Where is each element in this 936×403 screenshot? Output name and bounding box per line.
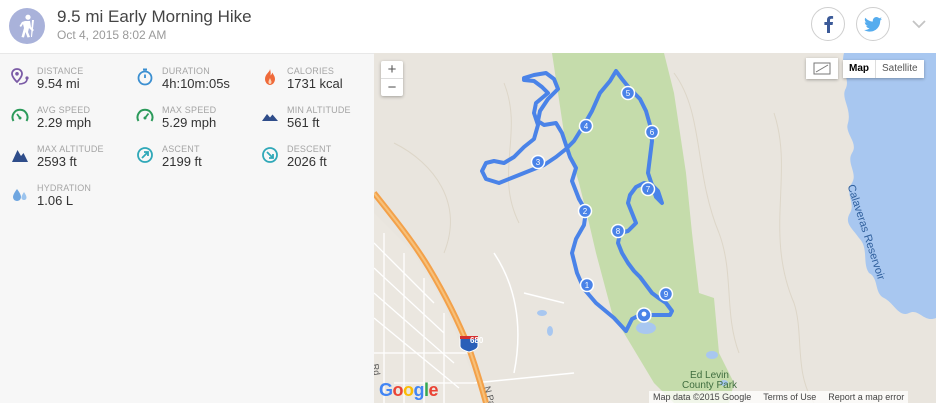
report-map-error-link[interactable]: Report a map error xyxy=(828,391,904,403)
share-twitter-button[interactable] xyxy=(856,7,890,41)
google-logo: Google xyxy=(379,380,439,400)
waypoint-label: 1 xyxy=(585,281,590,290)
share-facebook-button[interactable] xyxy=(811,7,845,41)
mountain-low-icon xyxy=(262,114,278,121)
stat-value: 1731 kcal xyxy=(287,76,343,91)
waypoint-marker[interactable]: 4 xyxy=(578,118,594,134)
activity-date: Oct 4, 2015 8:02 AM xyxy=(57,28,167,42)
stats-panel: DISTANCE 9.54 mi DURATION 4h:10m:05s CAL… xyxy=(0,53,374,403)
hiker-avatar-icon xyxy=(9,8,45,44)
stat-value: 4h:10m:05s xyxy=(162,76,230,91)
waypoint-marker[interactable]: 3 xyxy=(530,154,546,170)
map-type-control[interactable]: Map Satellite xyxy=(843,60,924,78)
waypoint-label: 9 xyxy=(664,290,669,299)
stat-hydration: HYDRATION 1.06 L xyxy=(11,183,136,219)
stat-label: DISTANCE xyxy=(37,66,84,76)
fullscreen-button[interactable] xyxy=(806,58,838,79)
stat-duration: DURATION 4h:10m:05s xyxy=(136,66,261,102)
stat-label: DESCENT xyxy=(287,144,332,154)
waypoint-marker[interactable]: 9 xyxy=(658,286,674,302)
park-label-line2: County Park xyxy=(682,380,738,391)
park-label: Ed Levin County Park xyxy=(682,371,737,391)
flame-icon xyxy=(265,69,275,85)
zoom-out-button[interactable]: − xyxy=(381,79,403,96)
stat-value: 9.54 mi xyxy=(37,76,80,91)
stat-label: MIN ALTITUDE xyxy=(287,105,351,115)
terms-of-use-link[interactable]: Terms of Use xyxy=(763,391,816,403)
speedometer-icon xyxy=(136,108,154,122)
highway-number: 680 xyxy=(470,336,484,345)
waypoint-marker[interactable]: 8 xyxy=(610,223,626,239)
zoom-in-button[interactable]: + xyxy=(381,61,403,78)
distance-pin-icon xyxy=(11,68,29,85)
stat-ascent: ASCENT 2199 ft xyxy=(136,144,261,180)
map-type-map-button[interactable]: Map xyxy=(843,60,875,78)
stat-value: 561 ft xyxy=(287,115,320,130)
stat-value: 5.29 mph xyxy=(162,115,217,130)
stat-min-altitude: MIN ALTITUDE 561 ft xyxy=(261,105,386,141)
stat-label: HYDRATION xyxy=(37,183,92,193)
stat-label: AVG SPEED xyxy=(37,105,91,115)
map-attribution-bar: Map data ©2015 Google Terms of Use Repor… xyxy=(649,391,909,403)
stat-label: MAX ALTITUDE xyxy=(37,144,104,154)
map-data-credit: Map data ©2015 Google xyxy=(653,392,752,402)
route-end-pin-icon[interactable] xyxy=(636,307,652,323)
waypoint-marker[interactable]: 6 xyxy=(644,124,660,140)
stat-max-altitude: MAX ALTITUDE 2593 ft xyxy=(11,144,136,180)
twitter-icon xyxy=(864,16,882,32)
waypoint-label: 6 xyxy=(650,128,655,137)
activity-header: 9.5 mi Early Morning Hike Oct 4, 2015 8:… xyxy=(0,0,936,53)
map-type-satellite-button[interactable]: Satellite xyxy=(875,60,924,78)
descent-arrow-icon xyxy=(262,147,278,163)
stat-descent: DESCENT 2026 ft xyxy=(261,144,386,180)
stat-value: 2026 ft xyxy=(287,154,327,169)
stat-avg-speed: AVG SPEED 2.29 mph xyxy=(11,105,136,141)
waypoint-marker[interactable]: 2 xyxy=(577,203,593,219)
waypoint-label: 3 xyxy=(536,158,541,167)
stat-value: 2.29 mph xyxy=(37,115,92,130)
stat-value: 1.06 L xyxy=(37,193,74,208)
waypoint-marker[interactable]: 5 xyxy=(620,85,636,101)
stat-value: 2199 ft xyxy=(162,154,202,169)
stopwatch-icon xyxy=(137,68,153,86)
stat-calories: CALORIES 1731 kcal xyxy=(261,66,386,102)
stat-value: 2593 ft xyxy=(37,154,77,169)
stat-label: DURATION xyxy=(162,66,210,76)
more-options-chevron-down-icon[interactable] xyxy=(909,14,929,34)
stat-label: CALORIES xyxy=(287,66,335,76)
route-map[interactable]: 1 2 3 4 5 6 7 8 9 + − Map Satellite Ed Levin Cou… xyxy=(374,53,936,403)
waypoint-label: 2 xyxy=(583,207,588,216)
water-drops-icon xyxy=(13,189,27,201)
waypoint-label: 8 xyxy=(616,227,621,236)
stat-label: ASCENT xyxy=(162,144,200,154)
facebook-icon xyxy=(824,16,834,33)
map-canvas[interactable]: 1 2 3 4 5 6 7 8 9 xyxy=(374,53,936,403)
stat-max-speed: MAX SPEED 5.29 mph xyxy=(136,105,261,141)
speedometer-icon xyxy=(11,108,29,122)
waypoint-label: 5 xyxy=(626,89,631,98)
stat-label: MAX SPEED xyxy=(162,105,217,115)
waypoint-marker[interactable]: 7 xyxy=(640,181,656,197)
stat-distance: DISTANCE 9.54 mi xyxy=(11,66,136,102)
fullscreen-icon xyxy=(813,62,831,75)
ascent-arrow-icon xyxy=(137,147,153,163)
mountain-icon xyxy=(12,150,28,162)
zoom-control[interactable]: + − xyxy=(381,61,403,96)
waypoint-label: 7 xyxy=(646,185,651,194)
waypoint-marker[interactable]: 1 xyxy=(579,277,595,293)
waypoint-label: 4 xyxy=(584,122,589,131)
activity-title: 9.5 mi Early Morning Hike xyxy=(57,7,252,26)
